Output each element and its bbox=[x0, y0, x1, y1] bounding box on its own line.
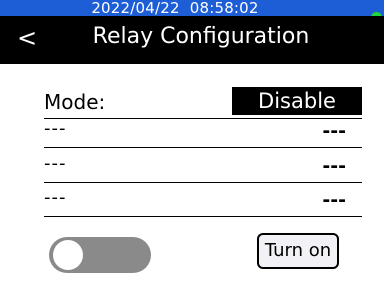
row-divider bbox=[44, 216, 362, 217]
relay-toggle-switch[interactable] bbox=[49, 237, 151, 273]
back-button[interactable]: < bbox=[10, 22, 44, 54]
row-label: --- bbox=[44, 187, 67, 208]
row-value: --- bbox=[322, 189, 346, 211]
toggle-knob bbox=[53, 240, 83, 270]
mode-select[interactable]: Disable bbox=[232, 87, 362, 115]
status-datetime: 2022/04/22 08:58:02 bbox=[91, 0, 259, 17]
row-divider bbox=[44, 147, 362, 148]
row-label: --- bbox=[44, 153, 67, 174]
list-row: --- --- bbox=[44, 149, 362, 183]
status-bar: 2022/04/22 08:58:02 bbox=[0, 0, 384, 16]
row-value: --- bbox=[322, 155, 346, 177]
relay-configuration-screen: 2022/04/22 08:58:02 < Relay Configuratio… bbox=[0, 0, 384, 291]
row-value: --- bbox=[322, 120, 346, 142]
list-row: --- --- bbox=[44, 183, 362, 217]
row-label: --- bbox=[44, 118, 67, 139]
title-bar: < Relay Configuration bbox=[0, 16, 384, 64]
turn-on-button[interactable]: Turn on bbox=[257, 233, 339, 269]
page-title: Relay Configuration bbox=[92, 24, 310, 49]
list-row: --- --- bbox=[44, 114, 362, 148]
